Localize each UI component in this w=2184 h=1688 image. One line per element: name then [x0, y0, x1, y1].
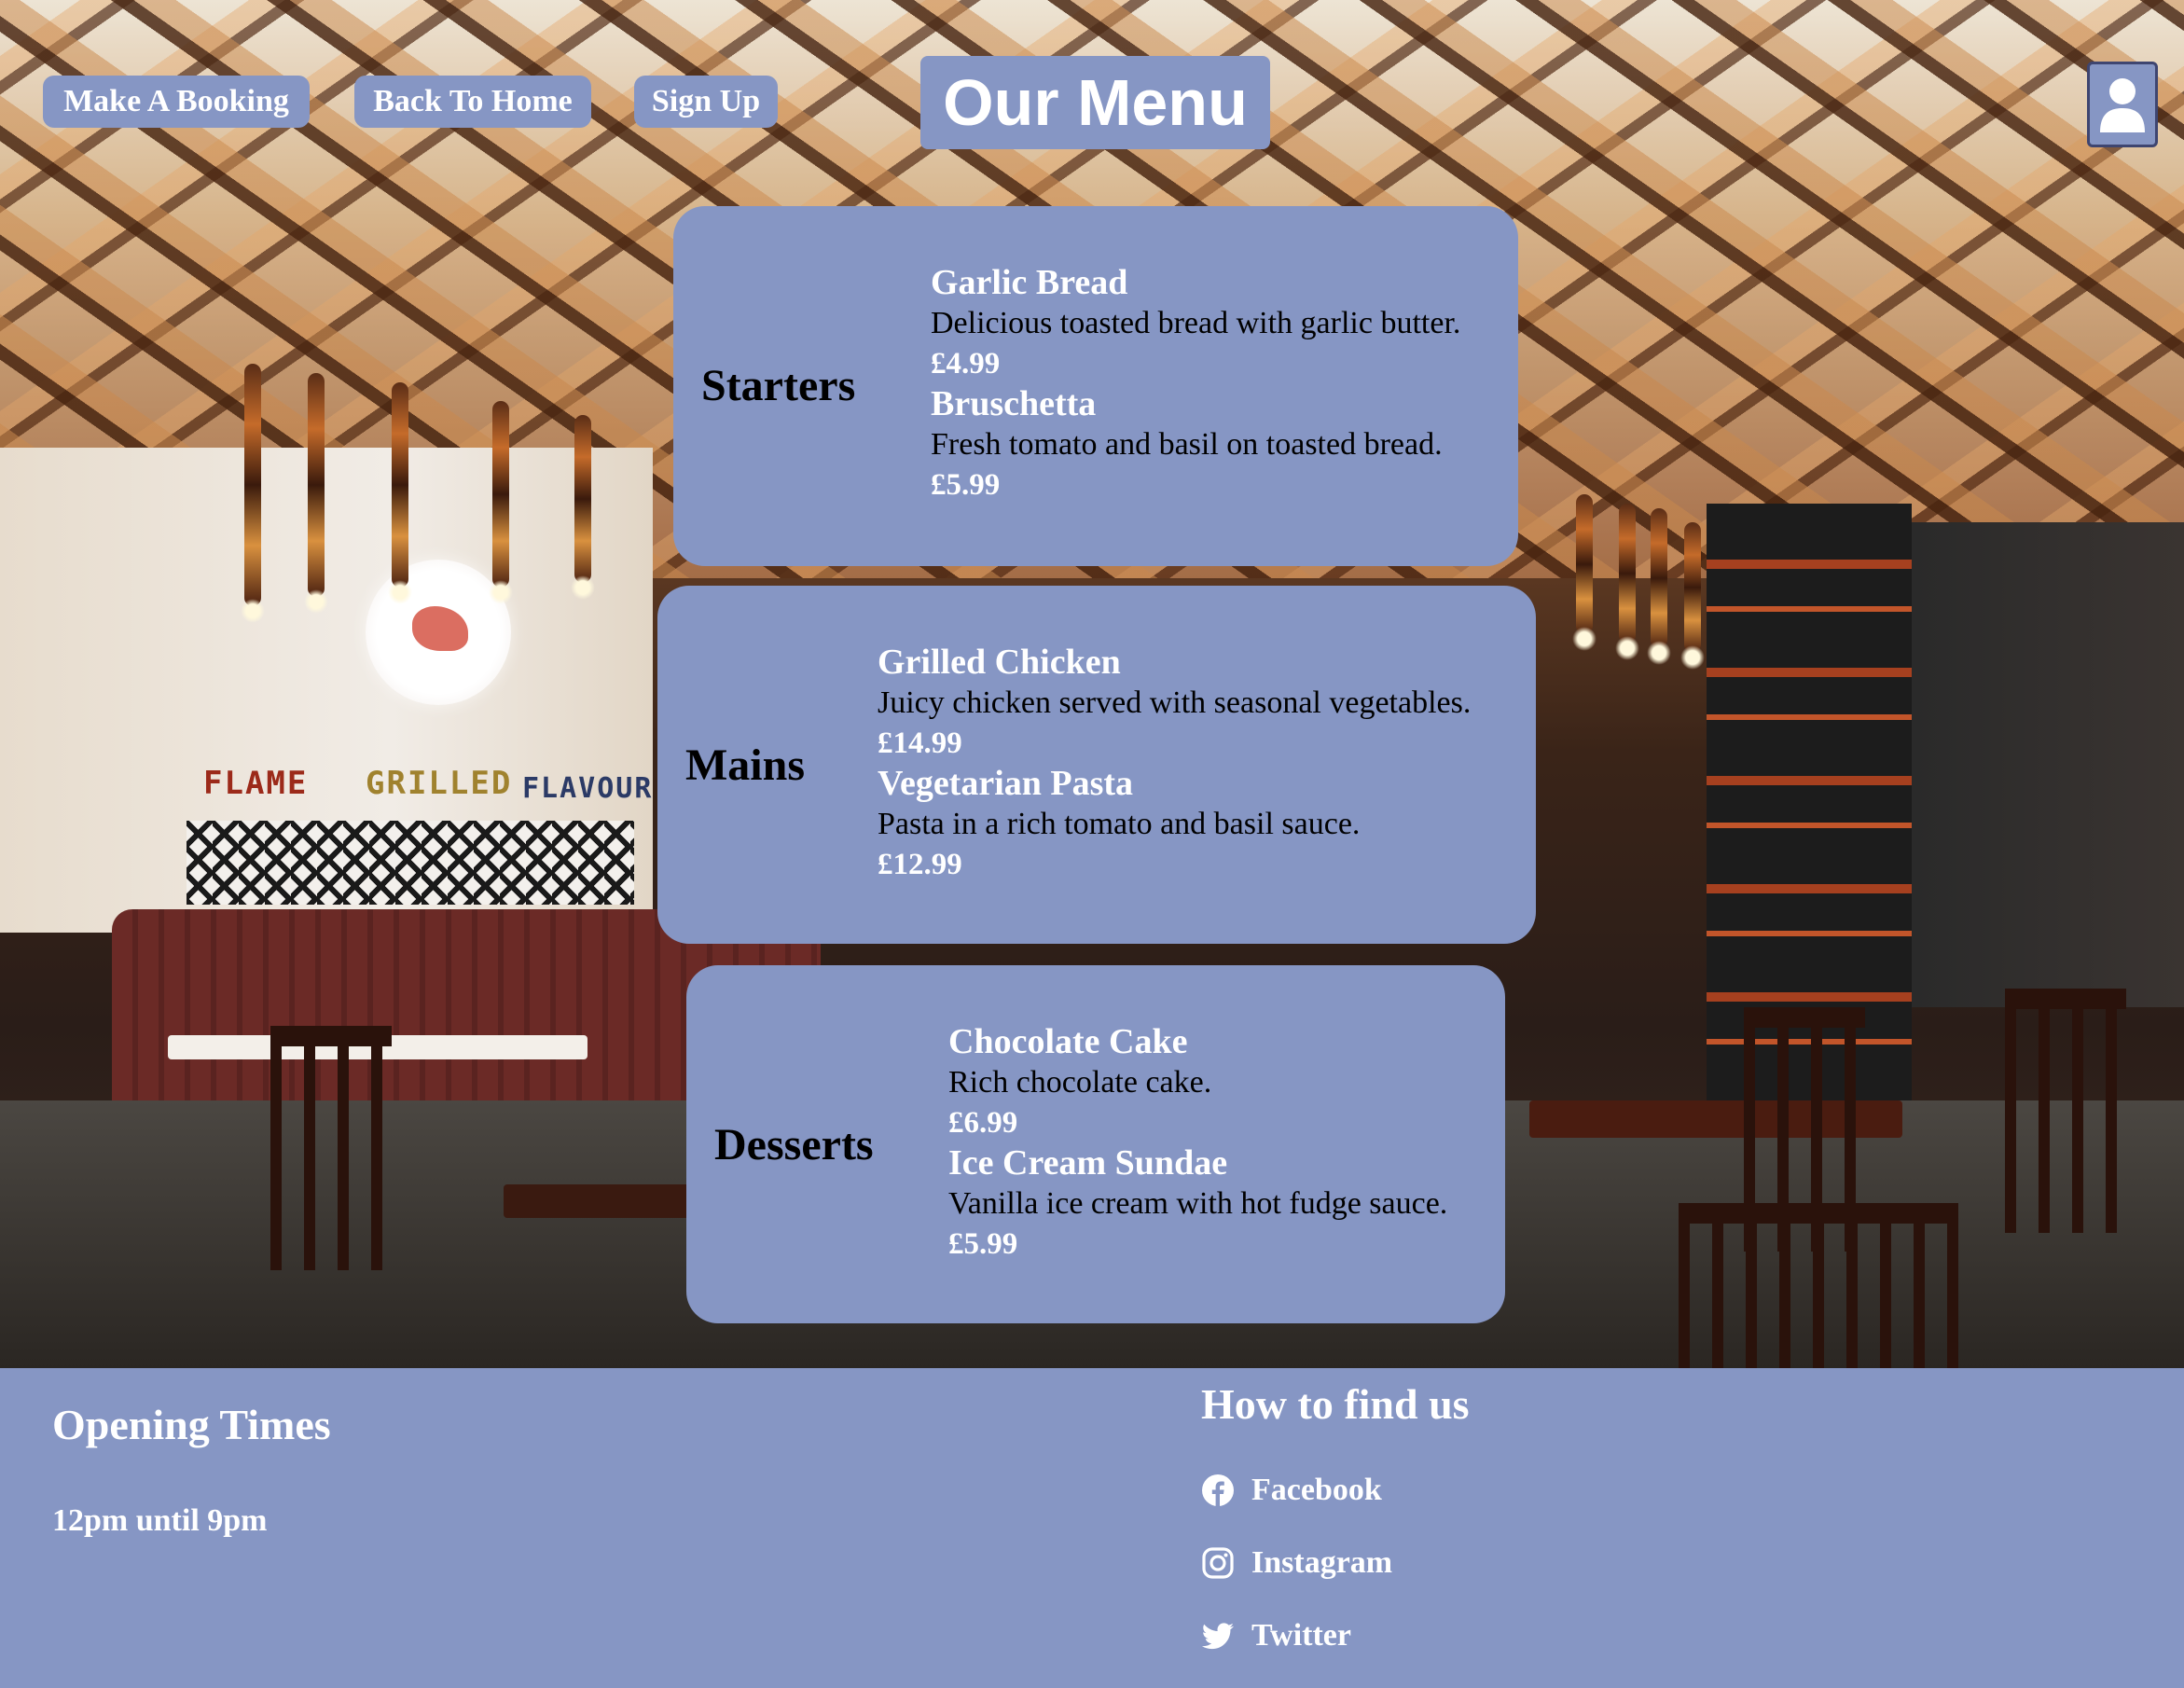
item-name: Chocolate Cake — [948, 1022, 1188, 1061]
menu-item: Grilled Chicken Juicy chicken served wit… — [878, 642, 1471, 763]
item-description: Juicy chicken served with seasonal veget… — [878, 685, 1472, 720]
item-price: £5.99 — [931, 468, 1001, 502]
item-description: Delicious toasted bread with garlic butt… — [931, 306, 1461, 340]
item-name: Bruschetta — [931, 384, 1097, 423]
wall-sign-grilled: GRILLED — [366, 765, 513, 802]
item-description: Fresh tomato and basil on toasted bread. — [931, 427, 1443, 462]
right-wall — [1912, 522, 2184, 1007]
profile-button[interactable] — [2087, 62, 2158, 147]
instagram-icon — [1201, 1546, 1235, 1580]
twitter-link[interactable]: Twitter — [1201, 1618, 1351, 1653]
footer: Opening Times 12pm until 9pm How to find… — [0, 1368, 2184, 1688]
facebook-icon — [1201, 1474, 1235, 1507]
item-price: £6.99 — [948, 1106, 1018, 1140]
dining-chair — [270, 1026, 392, 1270]
user-icon — [2100, 78, 2145, 132]
instagram-link[interactable]: Instagram — [1201, 1545, 1392, 1581]
twitter-label: Twitter — [1251, 1618, 1351, 1653]
dining-chair — [2005, 989, 2126, 1233]
item-name: Garlic Bread — [931, 263, 1128, 302]
page-title: Our Menu — [920, 56, 1270, 149]
back-to-home-button[interactable]: Back To Home — [354, 76, 591, 128]
sign-up-button[interactable]: Sign Up — [634, 76, 778, 128]
pendant-lamp — [1647, 508, 1671, 665]
item-name: Vegetarian Pasta — [878, 764, 1134, 803]
pendant-lamp — [1615, 504, 1639, 660]
item-description: Pasta in a rich tomato and basil sauce. — [878, 807, 1361, 841]
dining-chair — [1679, 1203, 1958, 1368]
opening-times-heading: Opening Times — [52, 1401, 331, 1448]
how-to-find-us-heading: How to find us — [1201, 1380, 1470, 1428]
section-title: Starters — [701, 361, 856, 410]
menu-item: Chocolate Cake Rich chocolate cake. £6.9… — [948, 1021, 1447, 1142]
menu-item: Vegetarian Pasta Pasta in a rich tomato … — [878, 763, 1471, 884]
instagram-label: Instagram — [1251, 1545, 1393, 1580]
menu-section-starters: Starters Garlic Bread Delicious toasted … — [673, 206, 1518, 566]
menu-item-list: Chocolate Cake Rich chocolate cake. £6.9… — [948, 1021, 1447, 1264]
menu-item-list: Garlic Bread Delicious toasted bread wit… — [931, 262, 1460, 505]
facebook-label: Facebook — [1251, 1473, 1382, 1507]
section-title: Mains — [685, 740, 806, 790]
pendant-lamp — [388, 382, 412, 604]
make-a-booking-button[interactable]: Make A Booking — [43, 76, 310, 128]
pendant-lamp — [1572, 494, 1597, 651]
item-price: £5.99 — [948, 1227, 1018, 1261]
menu-section-desserts: Desserts Chocolate Cake Rich chocolate c… — [686, 965, 1505, 1323]
item-description: Vanilla ice cream with hot fudge sauce. — [948, 1186, 1448, 1221]
pendant-lamp — [489, 401, 513, 604]
zigzag-wall-pattern — [187, 821, 634, 905]
pendant-lamp — [241, 364, 265, 623]
item-name: Ice Cream Sundae — [948, 1143, 1228, 1183]
pendant-lamp — [304, 373, 328, 614]
opening-hours: 12pm until 9pm — [52, 1503, 268, 1538]
item-name: Grilled Chicken — [878, 643, 1121, 682]
item-description: Rich chocolate cake. — [948, 1065, 1212, 1100]
menu-item-list: Grilled Chicken Juicy chicken served wit… — [878, 642, 1471, 884]
pendant-lamp — [571, 415, 595, 600]
section-title: Desserts — [714, 1120, 874, 1169]
facebook-link[interactable]: Facebook — [1201, 1473, 1382, 1508]
item-price: £12.99 — [878, 848, 962, 881]
menu-item: Ice Cream Sundae Vanilla ice cream with … — [948, 1142, 1447, 1264]
wall-sign-flavour: FLAVOUR — [522, 772, 654, 805]
menu-item: Bruschetta Fresh tomato and basil on toa… — [931, 383, 1460, 505]
item-price: £4.99 — [931, 347, 1001, 380]
wall-logo-disc — [366, 560, 511, 705]
twitter-icon — [1201, 1619, 1235, 1653]
menu-item: Garlic Bread Delicious toasted bread wit… — [931, 262, 1460, 383]
item-price: £14.99 — [878, 726, 962, 760]
wall-sign-flame: FLAME — [203, 765, 309, 802]
menu-section-mains: Mains Grilled Chicken Juicy chicken serv… — [657, 586, 1536, 944]
pendant-lamp — [1680, 522, 1705, 670]
